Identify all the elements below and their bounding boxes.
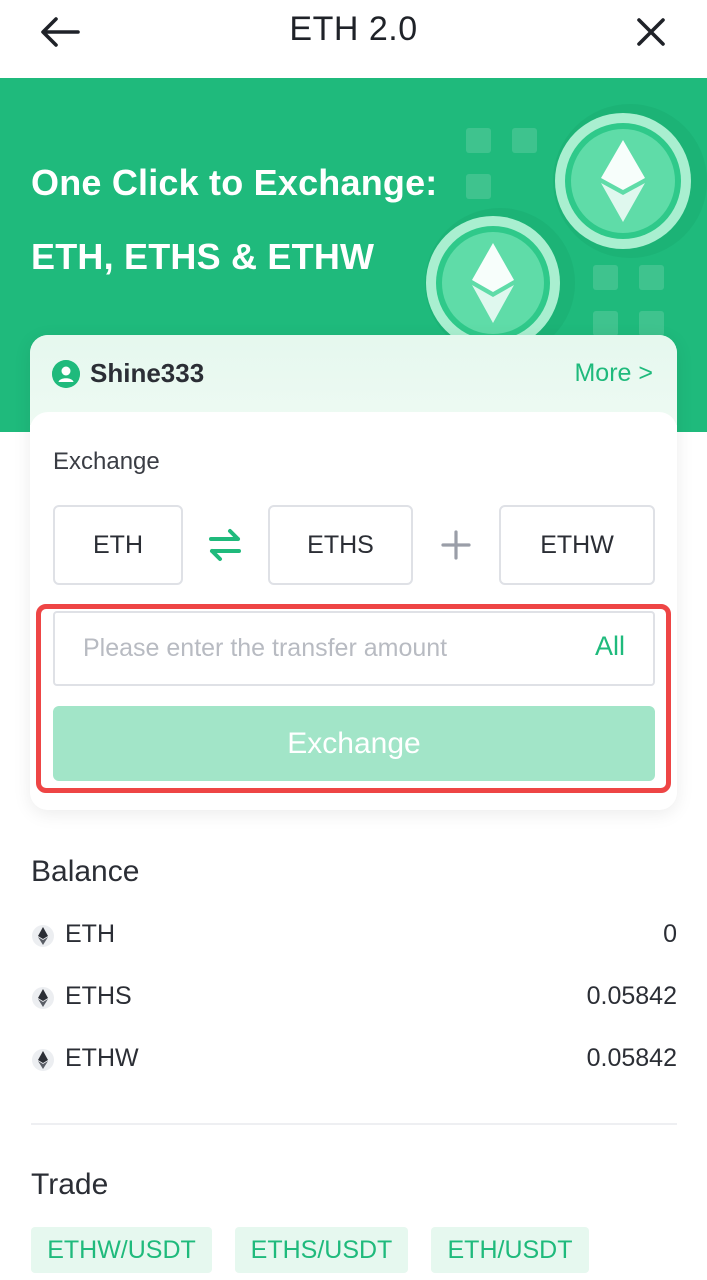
to-token-eths[interactable]: ETHS — [268, 505, 413, 585]
balance-title: Balance — [31, 855, 140, 888]
balance-row-eths: ETHS 0.05842 — [31, 980, 677, 1020]
trade-pair-ethw-usdt[interactable]: ETHW/USDT — [31, 1227, 212, 1273]
all-button[interactable]: All — [595, 631, 625, 662]
balance-coin-name: ETHW — [65, 1044, 139, 1072]
page-title: ETH 2.0 — [289, 10, 418, 48]
ethereum-icon — [32, 925, 54, 947]
balance-coin-name: ETHS — [65, 982, 132, 1010]
ethereum-icon — [32, 987, 54, 1009]
balance-coin-value: 0 — [663, 920, 677, 948]
exchange-form: Exchange ETH ETHS ETHW All Exchange — [30, 412, 677, 810]
exchange-label: Exchange — [53, 448, 160, 475]
balance-coin-name: ETH — [65, 920, 115, 948]
trade-title: Trade — [31, 1168, 109, 1201]
balance-coin-value: 0.05842 — [586, 982, 677, 1010]
ethereum-icon — [32, 1049, 54, 1071]
balance-coin-value: 0.05842 — [586, 1044, 677, 1072]
balance-row-eth: ETH 0 — [31, 918, 677, 958]
to-token-ethw[interactable]: ETHW — [499, 505, 655, 585]
banner-headline: One Click to Exchange: — [31, 162, 438, 203]
banner-subheadline: ETH, ETHS & ETHW — [31, 236, 375, 277]
plus-icon — [441, 530, 471, 560]
user-icon — [52, 360, 80, 388]
section-divider — [31, 1123, 677, 1125]
more-link[interactable]: More > — [574, 359, 653, 388]
exchange-card: Shine333 More > Exchange ETH ETHS ETHW A… — [30, 335, 677, 810]
top-nav-bar: ETH 2.0 — [0, 0, 707, 78]
eth2-exchange-page: ETH 2.0 One Click to Exchange: ETH, ETHS… — [0, 0, 707, 1280]
username: Shine333 — [90, 358, 205, 388]
trade-pair-eths-usdt[interactable]: ETHS/USDT — [235, 1227, 408, 1273]
transfer-amount-input[interactable] — [83, 613, 553, 684]
close-icon — [637, 18, 665, 46]
swap-arrows-icon[interactable] — [206, 526, 244, 564]
exchange-button[interactable]: Exchange — [53, 706, 655, 781]
trade-pair-eth-usdt[interactable]: ETH/USDT — [431, 1227, 589, 1273]
transfer-amount-field: All — [53, 611, 655, 686]
balance-row-ethw: ETHW 0.05842 — [31, 1042, 677, 1082]
from-token-eth[interactable]: ETH — [53, 505, 183, 585]
close-button[interactable] — [631, 12, 671, 52]
